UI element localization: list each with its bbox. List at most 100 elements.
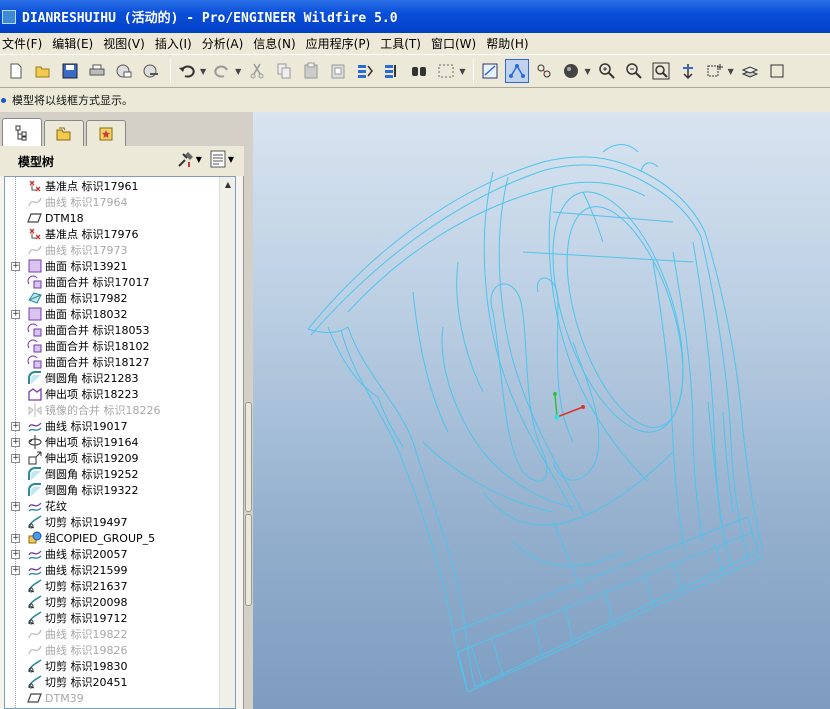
menu-insert[interactable]: 插入(I) xyxy=(153,35,200,52)
expand-toggle-icon[interactable]: + xyxy=(11,533,20,543)
menu-tools[interactable]: 工具(T) xyxy=(378,35,429,52)
splitter-grip-upper[interactable] xyxy=(245,402,252,512)
expand-toggle-icon[interactable]: + xyxy=(11,261,20,271)
tab-favorites[interactable] xyxy=(86,120,126,146)
tree-item[interactable]: + 伸出项 标识19209 xyxy=(5,450,217,466)
redo-button[interactable] xyxy=(210,59,234,83)
cut-icon xyxy=(27,594,43,610)
tree-item[interactable]: + 曲面 标识13921 xyxy=(5,258,217,274)
saved-views-dropdown-icon[interactable]: ▼ xyxy=(728,67,734,76)
menu-file[interactable]: 文件(F) xyxy=(0,35,50,52)
saved-views-button[interactable] xyxy=(703,59,727,83)
tree-item[interactable]: 曲面合并 标识17017 xyxy=(5,274,217,290)
tree-settings-button[interactable]: ▼ xyxy=(176,150,202,168)
tree-item[interactable]: 倒圆角 标识19322 xyxy=(5,482,217,498)
tree-item-label: 花纹 xyxy=(45,500,67,513)
open-button[interactable] xyxy=(31,59,55,83)
expand-toggle-icon[interactable]: + xyxy=(11,437,20,447)
hidden-line-button[interactable] xyxy=(532,59,556,83)
tree-item[interactable]: 切剪 标识20098 xyxy=(5,594,217,610)
shading-button[interactable] xyxy=(559,59,583,83)
find-button[interactable] xyxy=(407,59,431,83)
tree-item[interactable]: 倒圆角 标识21283 xyxy=(5,370,217,386)
tree-item[interactable]: 伸出项 标识18223 xyxy=(5,386,217,402)
menu-view[interactable]: 视图(V) xyxy=(101,35,153,52)
menu-help[interactable]: 帮助(H) xyxy=(484,35,536,52)
datum-plane-icon xyxy=(27,690,43,706)
undo-button[interactable] xyxy=(175,59,199,83)
tree-item[interactable]: 曲线 标识19822 xyxy=(5,626,217,642)
zoom-in-button[interactable] xyxy=(595,59,619,83)
tree-item[interactable]: DTM39 xyxy=(5,690,217,706)
tree-show-button[interactable]: ▼ xyxy=(208,150,234,168)
tree-item[interactable]: 基准点 标识17976 xyxy=(5,226,217,242)
regenerate-button[interactable] xyxy=(353,59,377,83)
expand-toggle-icon[interactable]: + xyxy=(11,501,20,511)
menu-applications[interactable]: 应用程序(P) xyxy=(304,35,379,52)
menu-window[interactable]: 窗口(W) xyxy=(429,35,484,52)
tree-item[interactable]: 基准点 标识17961 xyxy=(5,178,217,194)
tree-item[interactable]: + 组COPIED_GROUP_5 xyxy=(5,530,217,546)
print-button[interactable] xyxy=(85,59,109,83)
tree-item[interactable]: 倒圆角 标识19252 xyxy=(5,466,217,482)
save-button[interactable] xyxy=(58,59,82,83)
expand-toggle-icon[interactable]: + xyxy=(11,421,20,431)
tree-item[interactable]: 切剪 标识19830 xyxy=(5,658,217,674)
redo-dropdown-icon[interactable]: ▼ xyxy=(235,67,241,76)
select-box-button[interactable] xyxy=(434,59,458,83)
tree-item[interactable]: 切剪 标识19497 xyxy=(5,514,217,530)
tree-item-label: 曲面 标识13921 xyxy=(45,260,128,273)
tree-item[interactable]: + 曲面 标识18032 xyxy=(5,306,217,322)
zoom-fit-button[interactable] xyxy=(649,59,673,83)
layers-button[interactable] xyxy=(738,59,762,83)
menu-info[interactable]: 信息(N) xyxy=(251,35,303,52)
new-button[interactable] xyxy=(4,59,28,83)
cut-button[interactable] xyxy=(245,59,269,83)
menu-edit[interactable]: 编辑(E) xyxy=(50,35,101,52)
expand-toggle-icon[interactable]: + xyxy=(11,549,20,559)
tree-item[interactable]: 曲面 标识17982 xyxy=(5,290,217,306)
zoom-out-button[interactable] xyxy=(622,59,646,83)
tree-item[interactable]: 切剪 标识19712 xyxy=(5,610,217,626)
scroll-up-arrow-icon[interactable]: ▲ xyxy=(220,177,235,193)
tab-folder-browser[interactable] xyxy=(44,120,84,146)
wireframe-button[interactable] xyxy=(505,59,530,83)
graphics-window[interactable] xyxy=(253,112,830,709)
shading-dropdown-icon[interactable]: ▼ xyxy=(584,67,590,76)
tree-item[interactable]: DTM18 xyxy=(5,210,217,226)
tree-item[interactable]: 切剪 标识21637 xyxy=(5,578,217,594)
more-button[interactable] xyxy=(765,59,789,83)
copy-button[interactable] xyxy=(272,59,296,83)
tree-item[interactable]: + 曲线 标识21599 xyxy=(5,562,217,578)
reorient-button[interactable] xyxy=(676,59,700,83)
tree-item[interactable]: + 曲线 标识20057 xyxy=(5,546,217,562)
refit-button[interactable] xyxy=(478,59,502,83)
tree-scrollbar[interactable]: ▲ xyxy=(219,177,235,708)
tree-item[interactable]: 曲面合并 标识18127 xyxy=(5,354,217,370)
tree-item[interactable]: 曲面合并 标识18102 xyxy=(5,338,217,354)
select-dropdown-icon[interactable]: ▼ xyxy=(459,67,465,76)
tree-item[interactable]: + 伸出项 标识19164 xyxy=(5,434,217,450)
undo-dropdown-icon[interactable]: ▼ xyxy=(200,67,206,76)
send-link-button[interactable] xyxy=(139,59,163,83)
tree-item[interactable]: 曲线 标识17973 xyxy=(5,242,217,258)
tree-item[interactable]: + 花纹 xyxy=(5,498,217,514)
tree-item[interactable]: + 曲线 标识19017 xyxy=(5,418,217,434)
paste-button[interactable] xyxy=(299,59,323,83)
expand-toggle-icon[interactable]: + xyxy=(11,565,20,575)
paste-special-button[interactable] xyxy=(326,59,350,83)
tab-model-tree[interactable] xyxy=(2,118,42,146)
regen-manager-button[interactable] xyxy=(380,59,404,83)
tree-item[interactable]: 曲线 标识19826 xyxy=(5,642,217,658)
tree-item[interactable]: 镜像的合并 标识18226 xyxy=(5,402,217,418)
tree-item[interactable]: 切剪 标识20451 xyxy=(5,674,217,690)
splitter-grip-lower[interactable] xyxy=(245,514,252,606)
expand-toggle-icon[interactable]: + xyxy=(11,453,20,463)
expand-toggle-icon[interactable]: + xyxy=(11,309,20,319)
panel-splitter[interactable] xyxy=(244,112,253,709)
tree-item[interactable]: 曲线 标识17964 xyxy=(5,194,217,210)
send-mail-button[interactable] xyxy=(112,59,136,83)
tree-item[interactable]: 曲面合并 标识18053 xyxy=(5,322,217,338)
app-icon xyxy=(2,9,16,24)
menu-analysis[interactable]: 分析(A) xyxy=(200,35,252,52)
